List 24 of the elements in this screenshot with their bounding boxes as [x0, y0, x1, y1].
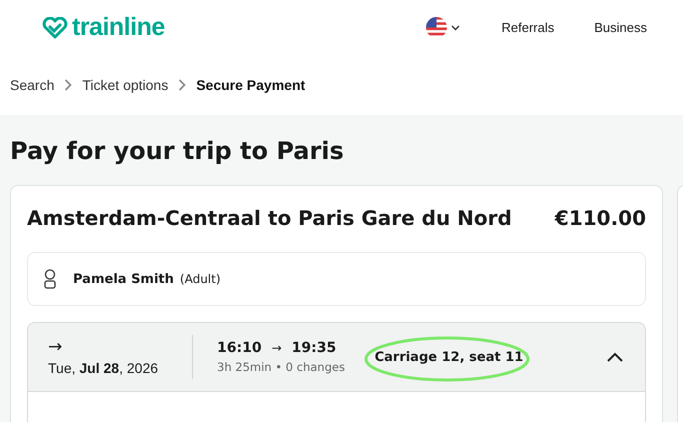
route-title: Amsterdam-Centraal to Paris Gare du Nord: [27, 206, 512, 230]
page-title: Pay for your trip to Paris: [10, 137, 345, 165]
arrival-time: 19:35: [292, 340, 336, 356]
chevron-right-icon: [64, 79, 72, 91]
breadcrumb-link[interactable]: Search: [10, 77, 54, 93]
breadcrumb-link[interactable]: Ticket options: [82, 77, 168, 93]
chevron-right-icon: [178, 79, 186, 91]
price: €110.00: [554, 206, 646, 230]
heart-check-icon: [42, 16, 68, 38]
chevron-down-icon[interactable]: [450, 24, 460, 30]
passenger-type: (Adult): [180, 272, 221, 286]
seat-info: Carriage 12, seat 11: [374, 350, 524, 364]
nav-link[interactable]: Business: [594, 20, 647, 35]
chevron-icon[interactable]: [607, 352, 623, 362]
direction-arrow: →: [48, 338, 64, 356]
person-icon: [43, 269, 57, 289]
journey-date: Tue, Jul 28, 2026: [48, 360, 160, 376]
passenger-name: Pamela Smith: [73, 272, 174, 286]
departure-time: 16:10: [217, 340, 262, 356]
breadcrumb-link[interactable]: Secure Payment: [196, 77, 306, 93]
journey-details: 3h 25min • 0 changes: [217, 360, 345, 374]
nav-link[interactable]: Referrals: [502, 20, 554, 35]
flag-icon[interactable]: [426, 17, 446, 38]
time-arrow: →: [272, 341, 282, 355]
